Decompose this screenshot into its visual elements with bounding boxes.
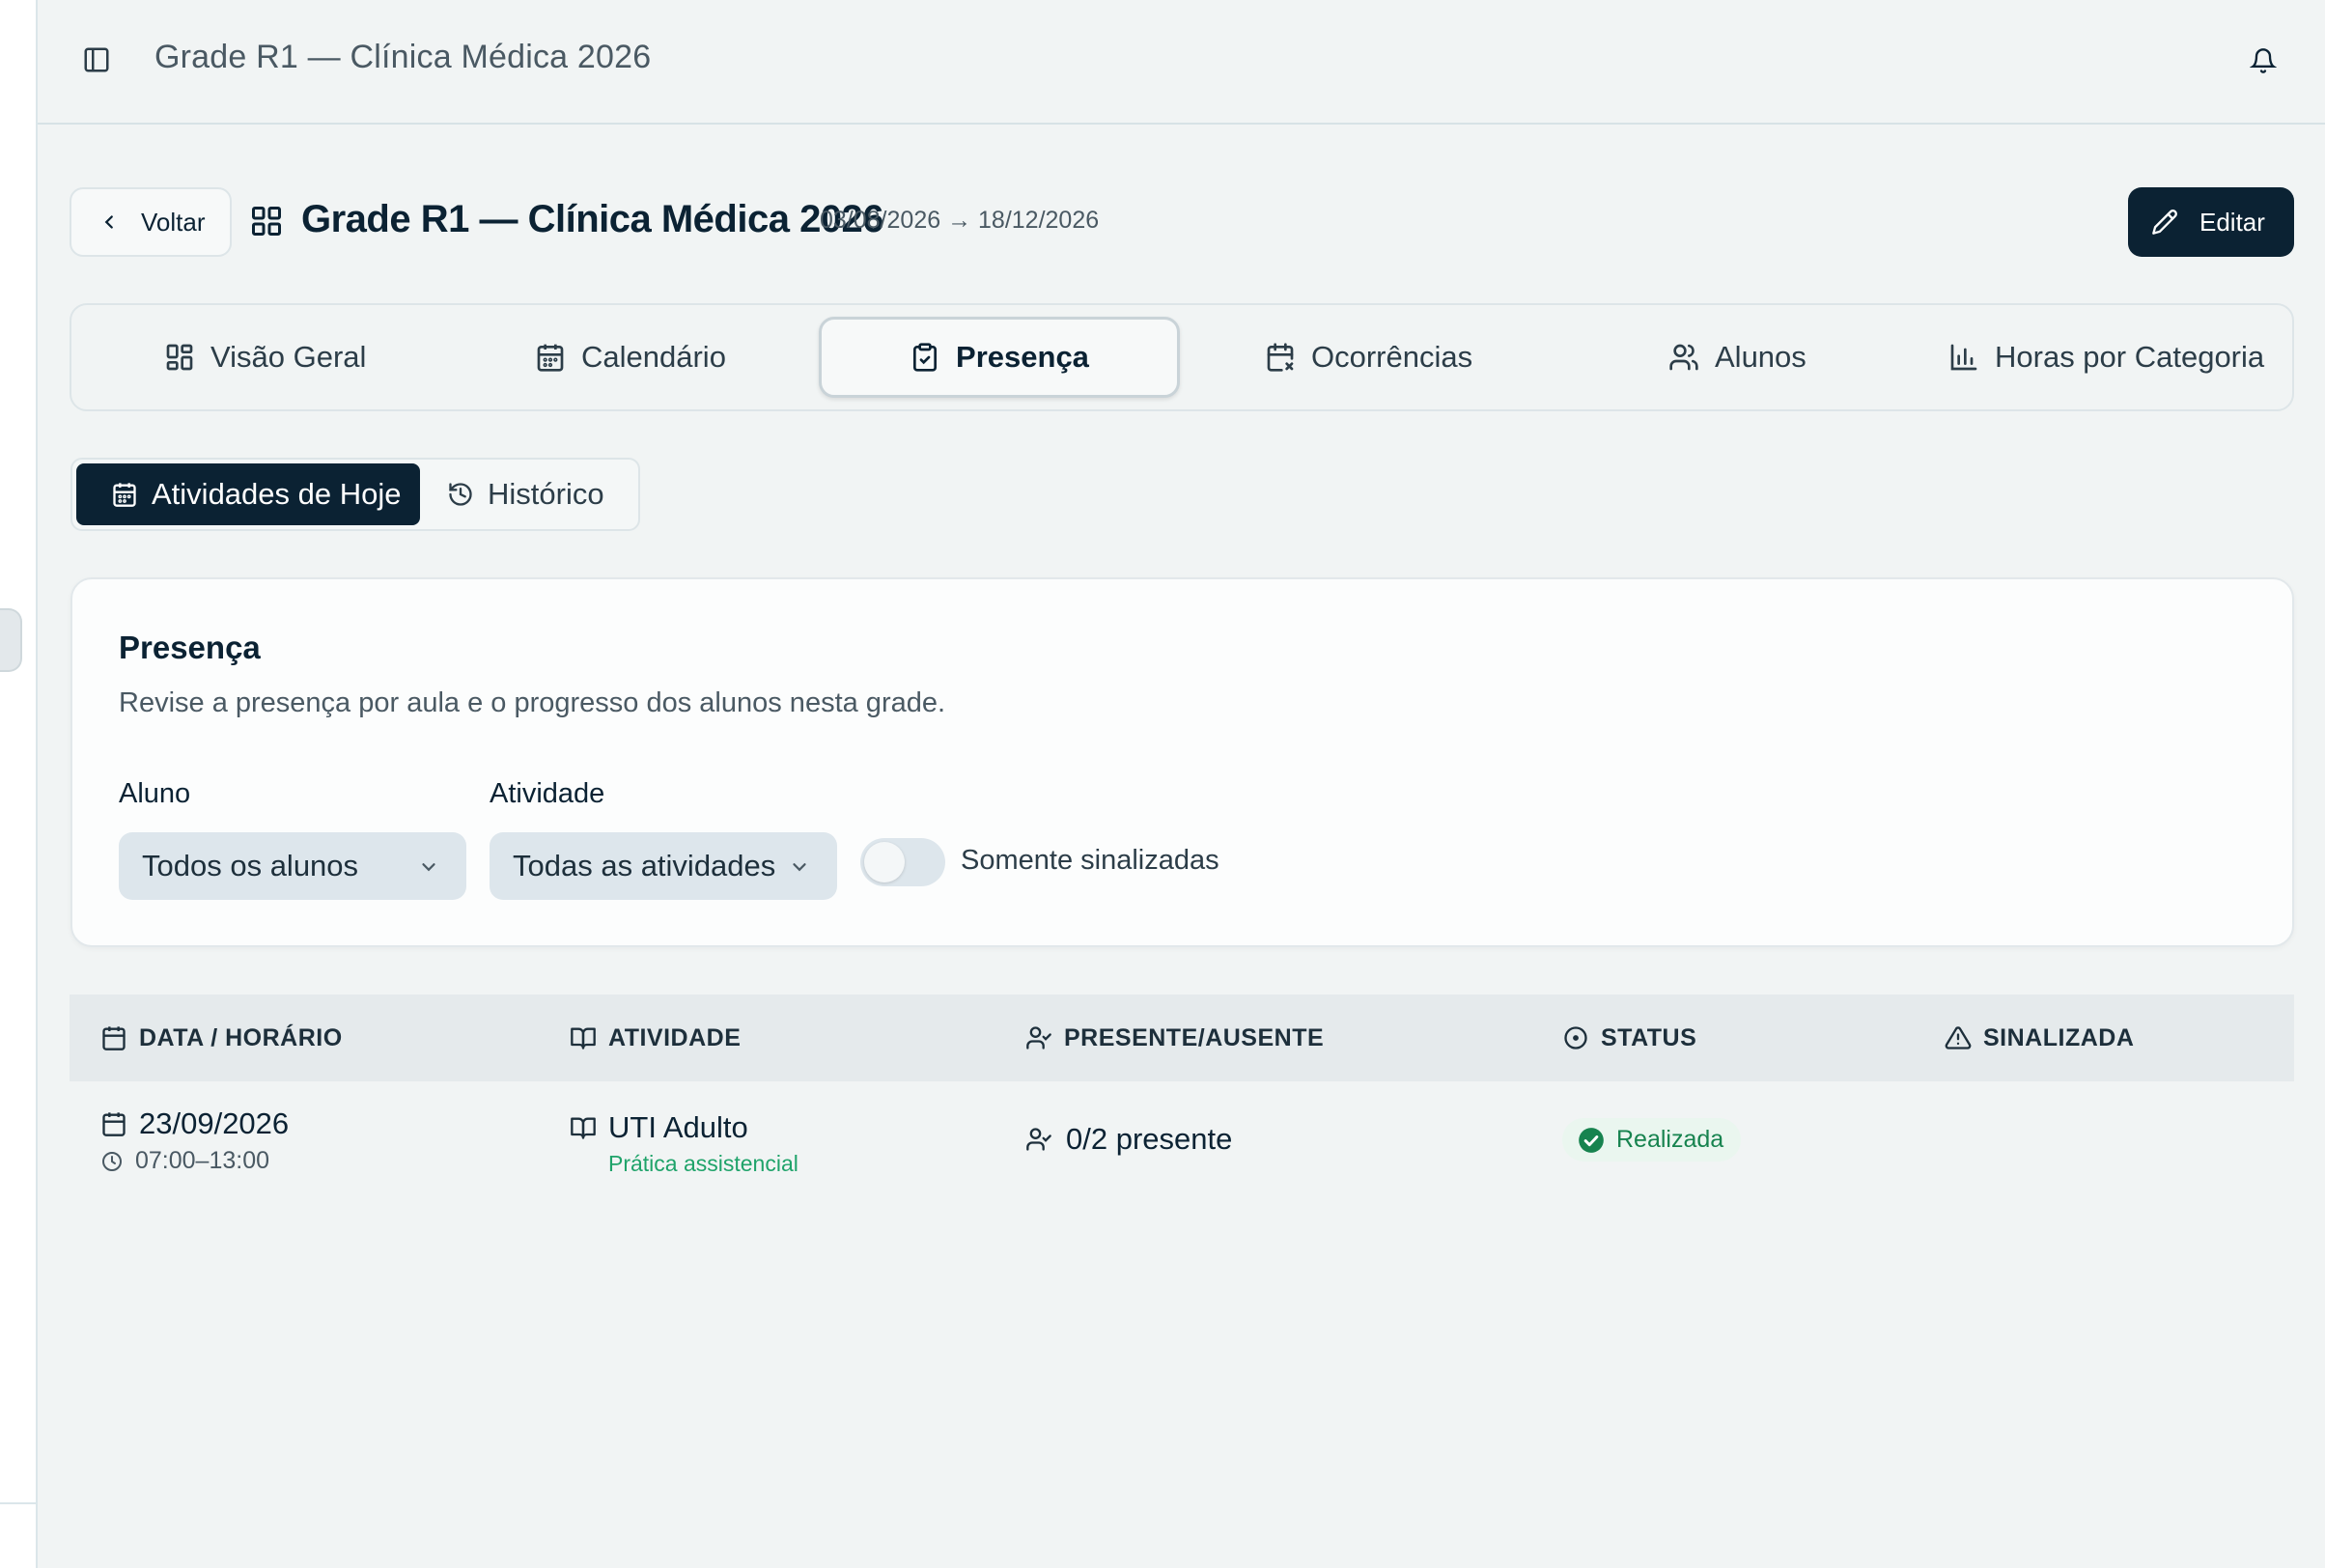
sidebar-divider (0, 1502, 37, 1504)
alert-triangle-icon (1945, 1026, 1972, 1050)
atividade-select-value: Todas as atividades (513, 849, 776, 882)
tab-label: Visão Geral (210, 340, 367, 374)
column-header-label: STATUS (1601, 1023, 1697, 1051)
tab-presenca[interactable]: Presença (819, 317, 1180, 398)
tab-label: Ocorrências (1311, 340, 1473, 374)
sub-tabs: Atividades de Hoje Histórico (70, 458, 640, 531)
aluno-select[interactable]: Todos os alunos (119, 832, 466, 900)
row-date: 23/09/2026 (139, 1106, 290, 1140)
subtab-label: Histórico (488, 477, 604, 511)
tab-label: Alunos (1715, 340, 1807, 374)
users-icon (1669, 344, 1698, 371)
topbar-title: Grade R1 — Clínica Médica 2026 (154, 39, 652, 75)
edit-button[interactable]: Editar (2128, 187, 2294, 257)
user-check-icon (1026, 1026, 1051, 1050)
page-title: Grade R1 — Clínica Médica 2026 (301, 198, 884, 240)
column-header-presente-ausente[interactable]: PRESENTE/AUSENTE (1025, 994, 1324, 1081)
cell-status: Realizada (1562, 1118, 1742, 1162)
collapsed-sidebar (0, 0, 38, 1568)
tab-alunos[interactable]: Alunos (1668, 305, 1807, 409)
history-icon (449, 483, 472, 506)
table-header: DATA / HORÁRIO ATIVIDADE PRESENTE/AUSENT… (70, 994, 2294, 1081)
book-open-icon (571, 1117, 596, 1139)
back-button[interactable]: Voltar (70, 187, 232, 257)
calendar-icon (102, 1112, 126, 1136)
tab-horas-por-categoria[interactable]: Horas por Categoria (1948, 305, 2264, 409)
column-header-sinalizada[interactable]: SINALIZADA (1945, 994, 2134, 1081)
presence-line: 0/2 presente (1025, 1122, 1232, 1157)
pencil-icon (2152, 210, 2177, 235)
back-button-label: Voltar (141, 207, 206, 237)
sidebar-toggle-icon[interactable] (82, 45, 111, 74)
circle-dot-icon (1564, 1026, 1587, 1050)
row-category: Prática assistencial (608, 1151, 798, 1176)
tab-calendario[interactable]: Calendário (535, 305, 726, 409)
toggle-knob (864, 842, 905, 882)
cell-presence: 0/2 presente (1025, 1122, 1232, 1157)
tab-label: Horas por Categoria (1995, 340, 2265, 374)
subtab-atividades-de-hoje[interactable]: Atividades de Hoje (76, 463, 420, 525)
column-header-label: DATA / HORÁRIO (139, 1023, 343, 1051)
aluno-label: Aluno (119, 778, 191, 809)
row-activity: UTI Adulto (608, 1110, 748, 1144)
date-line: 23/09/2026 (100, 1106, 289, 1141)
check-circle-icon (1579, 1127, 1604, 1153)
column-header-atividade[interactable]: ATIVIDADE (570, 994, 741, 1081)
clipboard-check-icon (913, 343, 938, 372)
column-header-label: PRESENTE/AUSENTE (1064, 1023, 1325, 1051)
tab-label: Presença (956, 340, 1089, 374)
flagged-only-label: Somente sinalizadas (961, 845, 1219, 876)
column-header-label: SINALIZADA (1983, 1023, 2135, 1051)
date-range: 03/08/2026 → 18/12/2026 (820, 207, 1100, 234)
card-title: Presença (119, 630, 261, 665)
grid-icon (249, 204, 284, 238)
column-header-status[interactable]: STATUS (1562, 994, 1696, 1081)
presence-filter-card: Presença Revise a presença por aula e o … (70, 577, 2294, 947)
flagged-only-toggle[interactable] (860, 838, 945, 886)
row-status: Realizada (1616, 1126, 1724, 1153)
calendar-icon (102, 1026, 126, 1050)
tab-ocorrencias[interactable]: Ocorrências (1265, 305, 1472, 409)
status-badge: Realizada (1562, 1118, 1742, 1162)
main-tabs: Visão Geral Calendário Presença Ocorrênc… (70, 303, 2294, 411)
row-time: 07:00–13:00 (135, 1147, 270, 1174)
sidebar-expand-handle[interactable] (0, 608, 22, 672)
cell-date-time: 23/09/2026 07:00–13:00 (100, 1106, 289, 1175)
table-row[interactable]: 23/09/2026 07:00–13:00 UTI Adulto Prátic… (70, 1081, 2294, 1207)
time-line: 07:00–13:00 (100, 1147, 289, 1175)
edit-button-label: Editar (2199, 207, 2265, 237)
top-bar: Grade R1 — Clínica Médica 2026 (38, 0, 2325, 125)
activity-line: UTI Adulto (570, 1110, 798, 1145)
tab-visao-geral[interactable]: Visão Geral (164, 305, 366, 409)
chevron-down-icon (422, 863, 435, 872)
bar-chart-icon (1950, 344, 1977, 371)
atividade-label: Atividade (490, 778, 605, 809)
chevron-down-icon (793, 863, 806, 872)
subtab-historico[interactable]: Histórico (447, 463, 604, 525)
tab-label: Calendário (581, 340, 726, 374)
user-check-icon (1026, 1128, 1051, 1151)
calendar-x-icon (1267, 343, 1294, 372)
bell-icon[interactable] (2250, 46, 2277, 75)
calendar-icon (537, 344, 564, 372)
grid-icon (166, 344, 193, 371)
card-subtitle: Revise a presença por aula e o progresso… (119, 687, 946, 718)
chevron-left-icon (104, 215, 113, 229)
column-header-data-horario[interactable]: DATA / HORÁRIO (100, 994, 343, 1081)
clock-icon (102, 1151, 122, 1171)
calendar-icon (113, 483, 136, 507)
aluno-select-value: Todos os alunos (142, 849, 359, 882)
row-presence: 0/2 presente (1066, 1122, 1233, 1156)
book-open-icon (571, 1027, 596, 1050)
atividade-select[interactable]: Todas as atividades (490, 832, 837, 900)
cell-activity: UTI Adulto Prática assistencial (570, 1110, 798, 1177)
column-header-label: ATIVIDADE (608, 1023, 742, 1051)
subtab-label: Atividades de Hoje (152, 477, 402, 511)
